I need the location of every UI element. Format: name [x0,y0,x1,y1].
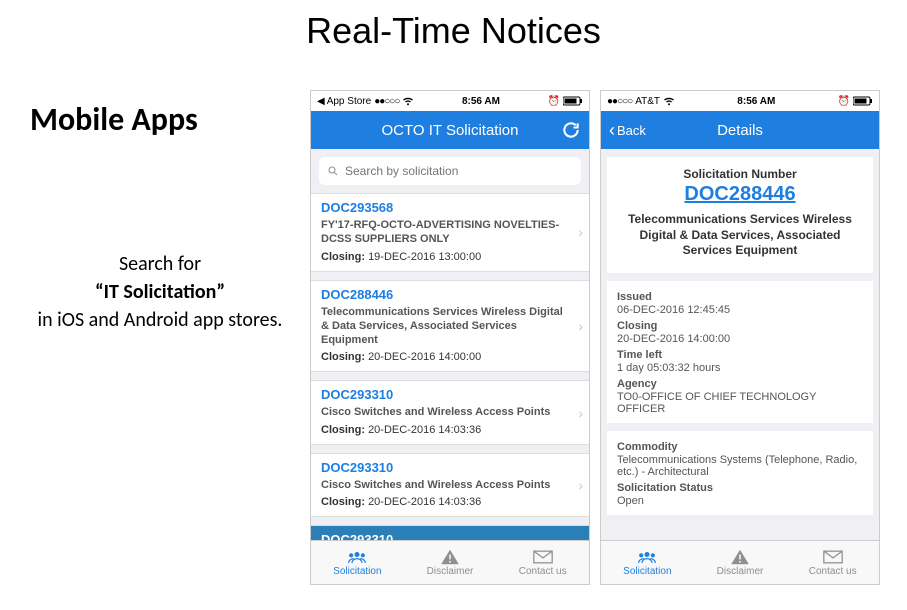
status-bar: ●●○○○ AT&T 8:56 AM ⏰ [601,91,879,111]
list-item[interactable]: DOC293310 Cisco Switches and Wireless Ac… [311,453,589,517]
tab-label: Disclaimer [717,566,764,577]
people-icon [637,549,657,565]
envelope-icon [823,549,843,565]
status-time: 8:56 AM [462,96,500,107]
instructions-text: Search for “IT Solicitation” in iOS and … [30,250,290,334]
tab-label: Contact us [809,566,857,577]
refresh-button[interactable] [561,120,581,140]
tab-bar: Solicitation Disclaimer Contact us [311,540,589,584]
field-value: Open [617,495,863,507]
tab-contact[interactable]: Contact us [786,541,879,584]
refresh-icon [561,120,581,140]
field-key: Agency [617,378,863,390]
nav-bar: OCTO IT Solicitation [311,111,589,149]
back-label: Back [617,123,646,138]
closing-label: Closing: [321,496,365,508]
instruction-line: Search for [30,250,290,278]
battery-icon [563,96,583,106]
tab-disclaimer[interactable]: Disclaimer [404,541,497,584]
field-key: Solicitation Status [617,482,863,494]
chevron-right-icon: › [578,224,583,240]
phone-detail-view: ●●○○○ AT&T 8:56 AM ⏰ ‹ Back Details Soli… [600,90,880,585]
signal-dots-icon: ●●○○○ [374,96,399,107]
doc-title: Telecommunications Services Wireless Dig… [321,305,579,348]
tab-disclaimer[interactable]: Disclaimer [694,541,787,584]
detail-header: Solicitation Number DOC288446 Telecommun… [607,157,873,273]
battery-icon [853,96,873,106]
list-item[interactable]: DOC293568 FY'17-RFQ-OCTO-ADVERTISING NOV… [311,193,589,272]
tab-contact[interactable]: Contact us [496,541,589,584]
instruction-line: in iOS and Android app stores. [30,306,290,334]
solicitation-number-label: Solicitation Number [615,167,865,181]
tab-label: Contact us [519,566,567,577]
solicitation-title: Telecommunications Services Wireless Dig… [615,212,865,259]
envelope-icon [533,549,553,565]
doc-id: DOC293310 [321,460,579,475]
signal-dots-icon: ●●○○○ [607,96,632,107]
closing-label: Closing: [321,424,365,436]
field-value: Telecommunications Systems (Telephone, R… [617,454,863,478]
wifi-icon [663,97,675,106]
field-value: 1 day 05:03:32 hours [617,362,863,374]
status-time: 8:56 AM [737,96,775,107]
people-icon [347,549,367,565]
field-key: Commodity [617,441,863,453]
closing-value: 20-DEC-2016 14:00:00 [368,351,481,363]
slide-title: Real-Time Notices [0,10,907,52]
field-key: Issued [617,291,863,303]
closing-value: 19-DEC-2016 13:00:00 [368,251,481,263]
wifi-icon [402,97,414,106]
status-bar: ◀App Store ●●○○○ 8:56 AM ⏰ [311,91,589,111]
closing-value: 20-DEC-2016 14:03:36 [368,424,481,436]
tab-bar: Solicitation Disclaimer Contact us [601,540,879,584]
doc-title: Cisco Switches and Wireless Access Point… [321,405,579,419]
chevron-right-icon: › [578,477,583,493]
tab-label: Disclaimer [427,566,474,577]
search-input[interactable] [345,164,573,178]
search-field[interactable] [319,157,581,185]
alarm-icon: ⏰ [838,96,850,107]
chevron-right-icon: › [578,318,583,334]
closing-label: Closing: [321,351,365,363]
instruction-bold: “IT Solicitation” [30,278,290,306]
nav-title: OCTO IT Solicitation [311,122,589,139]
field-value: 06-DEC-2016 12:45:45 [617,304,863,316]
tab-label: Solicitation [623,566,671,577]
warning-icon [730,549,750,565]
info-block-1: Issued06-DEC-2016 12:45:45 Closing20-DEC… [607,281,873,423]
tab-solicitation[interactable]: Solicitation [601,541,694,584]
closing-label: Closing: [321,251,365,263]
solicitation-number-link[interactable]: DOC288446 [615,183,865,206]
tab-solicitation[interactable]: Solicitation [311,541,404,584]
chevron-left-icon: ‹ [609,121,615,139]
back-to-app-store[interactable]: ◀App Store [317,96,371,107]
carrier-label: AT&T [635,96,660,107]
slide-subtitle: Mobile Apps [30,100,198,139]
search-icon [327,165,339,177]
closing-value: 20-DEC-2016 14:03:36 [368,496,481,508]
back-button[interactable]: ‹ Back [609,121,646,139]
phone-list-view: ◀App Store ●●○○○ 8:56 AM ⏰ OCTO IT Solic… [310,90,590,585]
field-key: Time left [617,349,863,361]
nav-bar: ‹ Back Details [601,111,879,149]
field-value: TO0-OFFICE OF CHIEF TECHNOLOGY OFFICER [617,391,863,415]
field-value: 20-DEC-2016 14:00:00 [617,333,863,345]
alarm-icon: ⏰ [548,96,560,107]
list-item[interactable]: DOC288446 Telecommunications Services Wi… [311,280,589,373]
doc-id: DOC293568 [321,200,579,215]
doc-title: FY'17-RFQ-OCTO-ADVERTISING NOVELTIES-DCS… [321,218,579,247]
tab-label: Solicitation [333,566,381,577]
doc-title: Cisco Switches and Wireless Access Point… [321,478,579,492]
doc-id: DOC293310 [321,387,579,402]
info-block-2: CommodityTelecommunications Systems (Tel… [607,431,873,515]
chevron-right-icon: › [578,405,583,421]
field-key: Closing [617,320,863,332]
doc-id: DOC288446 [321,287,579,302]
warning-icon [440,549,460,565]
solicitation-list: DOC293568 FY'17-RFQ-OCTO-ADVERTISING NOV… [311,193,589,577]
list-item[interactable]: DOC293310 Cisco Switches and Wireless Ac… [311,380,589,444]
